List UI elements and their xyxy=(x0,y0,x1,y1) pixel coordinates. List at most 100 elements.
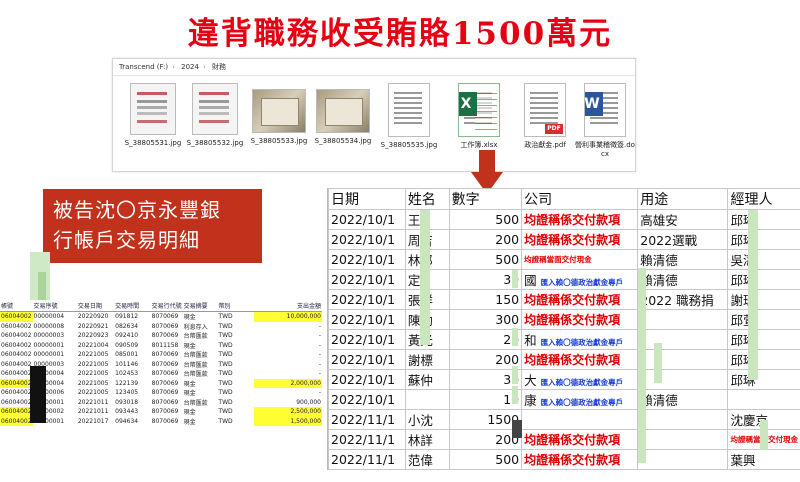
sheet-cell[interactable]: 均證稱係交付款項 xyxy=(521,429,639,450)
sheet-cell[interactable] xyxy=(637,329,729,350)
sheet-cell[interactable]: 1500 xyxy=(448,409,523,430)
sheet-cell[interactable]: 2022選戰 xyxy=(637,229,729,250)
sheet-header-cell[interactable]: 公司 xyxy=(521,188,639,210)
sheet-cell[interactable]: 200 xyxy=(448,229,523,250)
sheet-cell[interactable]: 2022 職務捐 xyxy=(637,289,729,310)
sheet-cell[interactable]: 均證稱係交付款項 xyxy=(521,449,639,470)
file-item[interactable]: S_38805532.jpg xyxy=(185,83,245,148)
sheet-cell[interactable] xyxy=(637,409,729,430)
sheet-cell[interactable]: 和 匯入賴〇德政治獻金專戶 xyxy=(521,329,639,350)
path-segment-year[interactable]: 2024 xyxy=(181,63,199,71)
sheet-cell[interactable]: 謝標 xyxy=(404,349,450,370)
sheet-cell[interactable]: 500 xyxy=(448,249,523,270)
sheet-cell[interactable]: 吳濤 xyxy=(727,249,800,270)
sheet-cell[interactable]: 均證稱係交付款項 xyxy=(521,209,639,230)
sheet-cell[interactable]: 邱琳 xyxy=(727,329,800,350)
sheet-cell[interactable]: 邱琳 xyxy=(727,209,800,230)
file-item[interactable]: X 工作簿.xlsx xyxy=(449,83,509,150)
sheet-cell[interactable]: 2022/10/1 xyxy=(328,369,406,390)
sheet-cell[interactable]: 賴清德 xyxy=(637,249,729,270)
sheet-cell[interactable]: 均證稱係交付款項 xyxy=(521,349,639,370)
sheet-cell[interactable]: 2022/10/1 xyxy=(328,389,406,410)
table-cell: 台幣匯款 xyxy=(183,333,208,341)
file-item[interactable]: S_38805531.jpg xyxy=(123,83,183,148)
sheet-cell[interactable]: 30 xyxy=(448,369,523,390)
sheet-cell[interactable]: 賴清德 xyxy=(637,389,729,410)
sheet-cell[interactable]: 黃榮仁 xyxy=(404,469,450,470)
sheet-cell[interactable]: 30 xyxy=(448,269,523,290)
sheet-cell[interactable]: 辦公室開辦 xyxy=(637,469,729,470)
path-segment-folder[interactable]: 財務 xyxy=(212,63,226,71)
sheet-cell[interactable]: 邱萱 xyxy=(727,309,800,330)
sheet-cell[interactable]: 2022/11/1 xyxy=(328,469,406,470)
sheet-cell[interactable]: 均證稱係交付款項 xyxy=(521,289,639,310)
sheet-cell[interactable]: 2022/11/1 xyxy=(328,429,406,450)
sheet-cell[interactable]: 均證稱係交付款項 xyxy=(521,309,639,330)
sheet-cell[interactable]: 賴清德 xyxy=(637,269,729,290)
sheet-header-cell[interactable]: 姓名 xyxy=(404,188,450,210)
sheet-cell[interactable]: 10 xyxy=(448,389,523,410)
sheet-cell[interactable]: 2022/10/1 xyxy=(328,349,406,370)
sheet-cell[interactable]: 2022/10/1 xyxy=(328,209,406,230)
sheet-cell[interactable]: 國 匯入賴〇德政治獻金專戶 xyxy=(521,269,639,290)
sheet-cell[interactable] xyxy=(637,369,729,390)
sheet-cell[interactable]: 大 匯入賴〇德政治獻金專戶 xyxy=(521,369,639,390)
sheet-cell[interactable]: 20 xyxy=(448,329,523,350)
sheet-cell[interactable] xyxy=(521,409,639,430)
path-segment-drive[interactable]: Transcend (F:) xyxy=(119,63,168,71)
sheet-cell[interactable]: 2022/11/1 xyxy=(328,449,406,470)
sheet-cell[interactable] xyxy=(637,309,729,330)
sheet-cell[interactable]: 邱琳 xyxy=(727,369,800,390)
file-item[interactable]: S_38805534.jpg xyxy=(313,83,373,146)
sheet-cell[interactable]: 蘇仲 xyxy=(404,369,450,390)
file-item[interactable]: S_38805535.jpg xyxy=(379,83,439,150)
file-item[interactable]: W 營利事業稽徵簽.docx xyxy=(575,83,635,159)
sheet-cell[interactable] xyxy=(448,469,523,470)
sheet-cell[interactable]: 康 匯入賴〇德政治獻金專戶 xyxy=(521,389,639,410)
table-cell: TWD xyxy=(218,351,233,359)
file-item[interactable]: PDF 政治獻金.pdf xyxy=(515,83,575,150)
sheet-cell[interactable]: 150 xyxy=(448,289,523,310)
sheet-cell[interactable]: 2022/10/1 xyxy=(328,329,406,350)
sheet-cell[interactable]: 小沈 xyxy=(404,409,450,430)
sheet-cell[interactable]: 均證稱當面交付現金 xyxy=(521,249,639,270)
sheet-row: 2022/10/1周吉200均證稱係交付款項2022選戰邱琳 xyxy=(328,229,800,250)
file-name: 營利事業稽徵簽.docx xyxy=(575,141,635,158)
table-cell: 現金 xyxy=(183,380,196,388)
sheet-header-cell[interactable]: 日期 xyxy=(328,188,406,210)
sheet-cell[interactable]: 邱琳 xyxy=(727,349,800,370)
sheet-cell[interactable]: 2022/11/1 xyxy=(328,409,406,430)
address-bar[interactable]: Transcend (F:) › 2024 › 財務 xyxy=(113,59,635,76)
sheet-cell[interactable]: 2022/10/1 xyxy=(328,269,406,290)
sheet-header-cell[interactable]: 經理人 xyxy=(727,188,800,210)
sheet-cell[interactable]: 邱琳 xyxy=(727,269,800,290)
file-item[interactable]: S_38805533.jpg xyxy=(249,83,309,146)
sheet-cell[interactable]: 林詳 xyxy=(404,429,450,450)
sheet-cell[interactable]: 200 xyxy=(448,349,523,370)
sheet-header-cell[interactable]: 用途 xyxy=(637,188,729,210)
sheet-cell[interactable]: 500 xyxy=(448,209,523,230)
sheet-cell[interactable]: 高雄安 xyxy=(637,209,729,230)
sheet-cell[interactable] xyxy=(637,349,729,370)
sheet-cell[interactable] xyxy=(727,389,800,410)
sheet-header-cell[interactable]: 數字 xyxy=(448,188,523,210)
sheet-cell[interactable]: 范偉 xyxy=(404,449,450,470)
sheet-cell[interactable] xyxy=(637,429,729,450)
sheet-cell[interactable]: 謝民 xyxy=(727,469,800,470)
sheet-cell[interactable] xyxy=(637,449,729,470)
sheet-cell[interactable]: 300 xyxy=(448,309,523,330)
sheet-cell[interactable]: 均證稱係交付款項 xyxy=(521,229,639,250)
sheet-cell[interactable]: 謝珠 xyxy=(727,289,800,310)
sheet-cell[interactable]: 2022/10/1 xyxy=(328,249,406,270)
pdf-badge: PDF xyxy=(545,124,563,134)
sheet-cell[interactable]: 500 xyxy=(448,449,523,470)
sheet-cell[interactable] xyxy=(521,469,639,470)
sheet-cell[interactable]: 2022/10/1 xyxy=(328,229,406,250)
sheet-cell[interactable]: 2022/10/1 xyxy=(328,289,406,310)
sheet-cell[interactable]: 200 xyxy=(448,429,523,450)
sheet-cell[interactable]: 葉興 xyxy=(727,449,800,470)
table-row: 06004002 00000008 20220921 082634 8070069 利息存… xyxy=(0,322,322,332)
sheet-cell[interactable]: 2022/10/1 xyxy=(328,309,406,330)
sheet-cell[interactable] xyxy=(404,389,450,410)
sheet-cell[interactable]: 邱琳 xyxy=(727,229,800,250)
